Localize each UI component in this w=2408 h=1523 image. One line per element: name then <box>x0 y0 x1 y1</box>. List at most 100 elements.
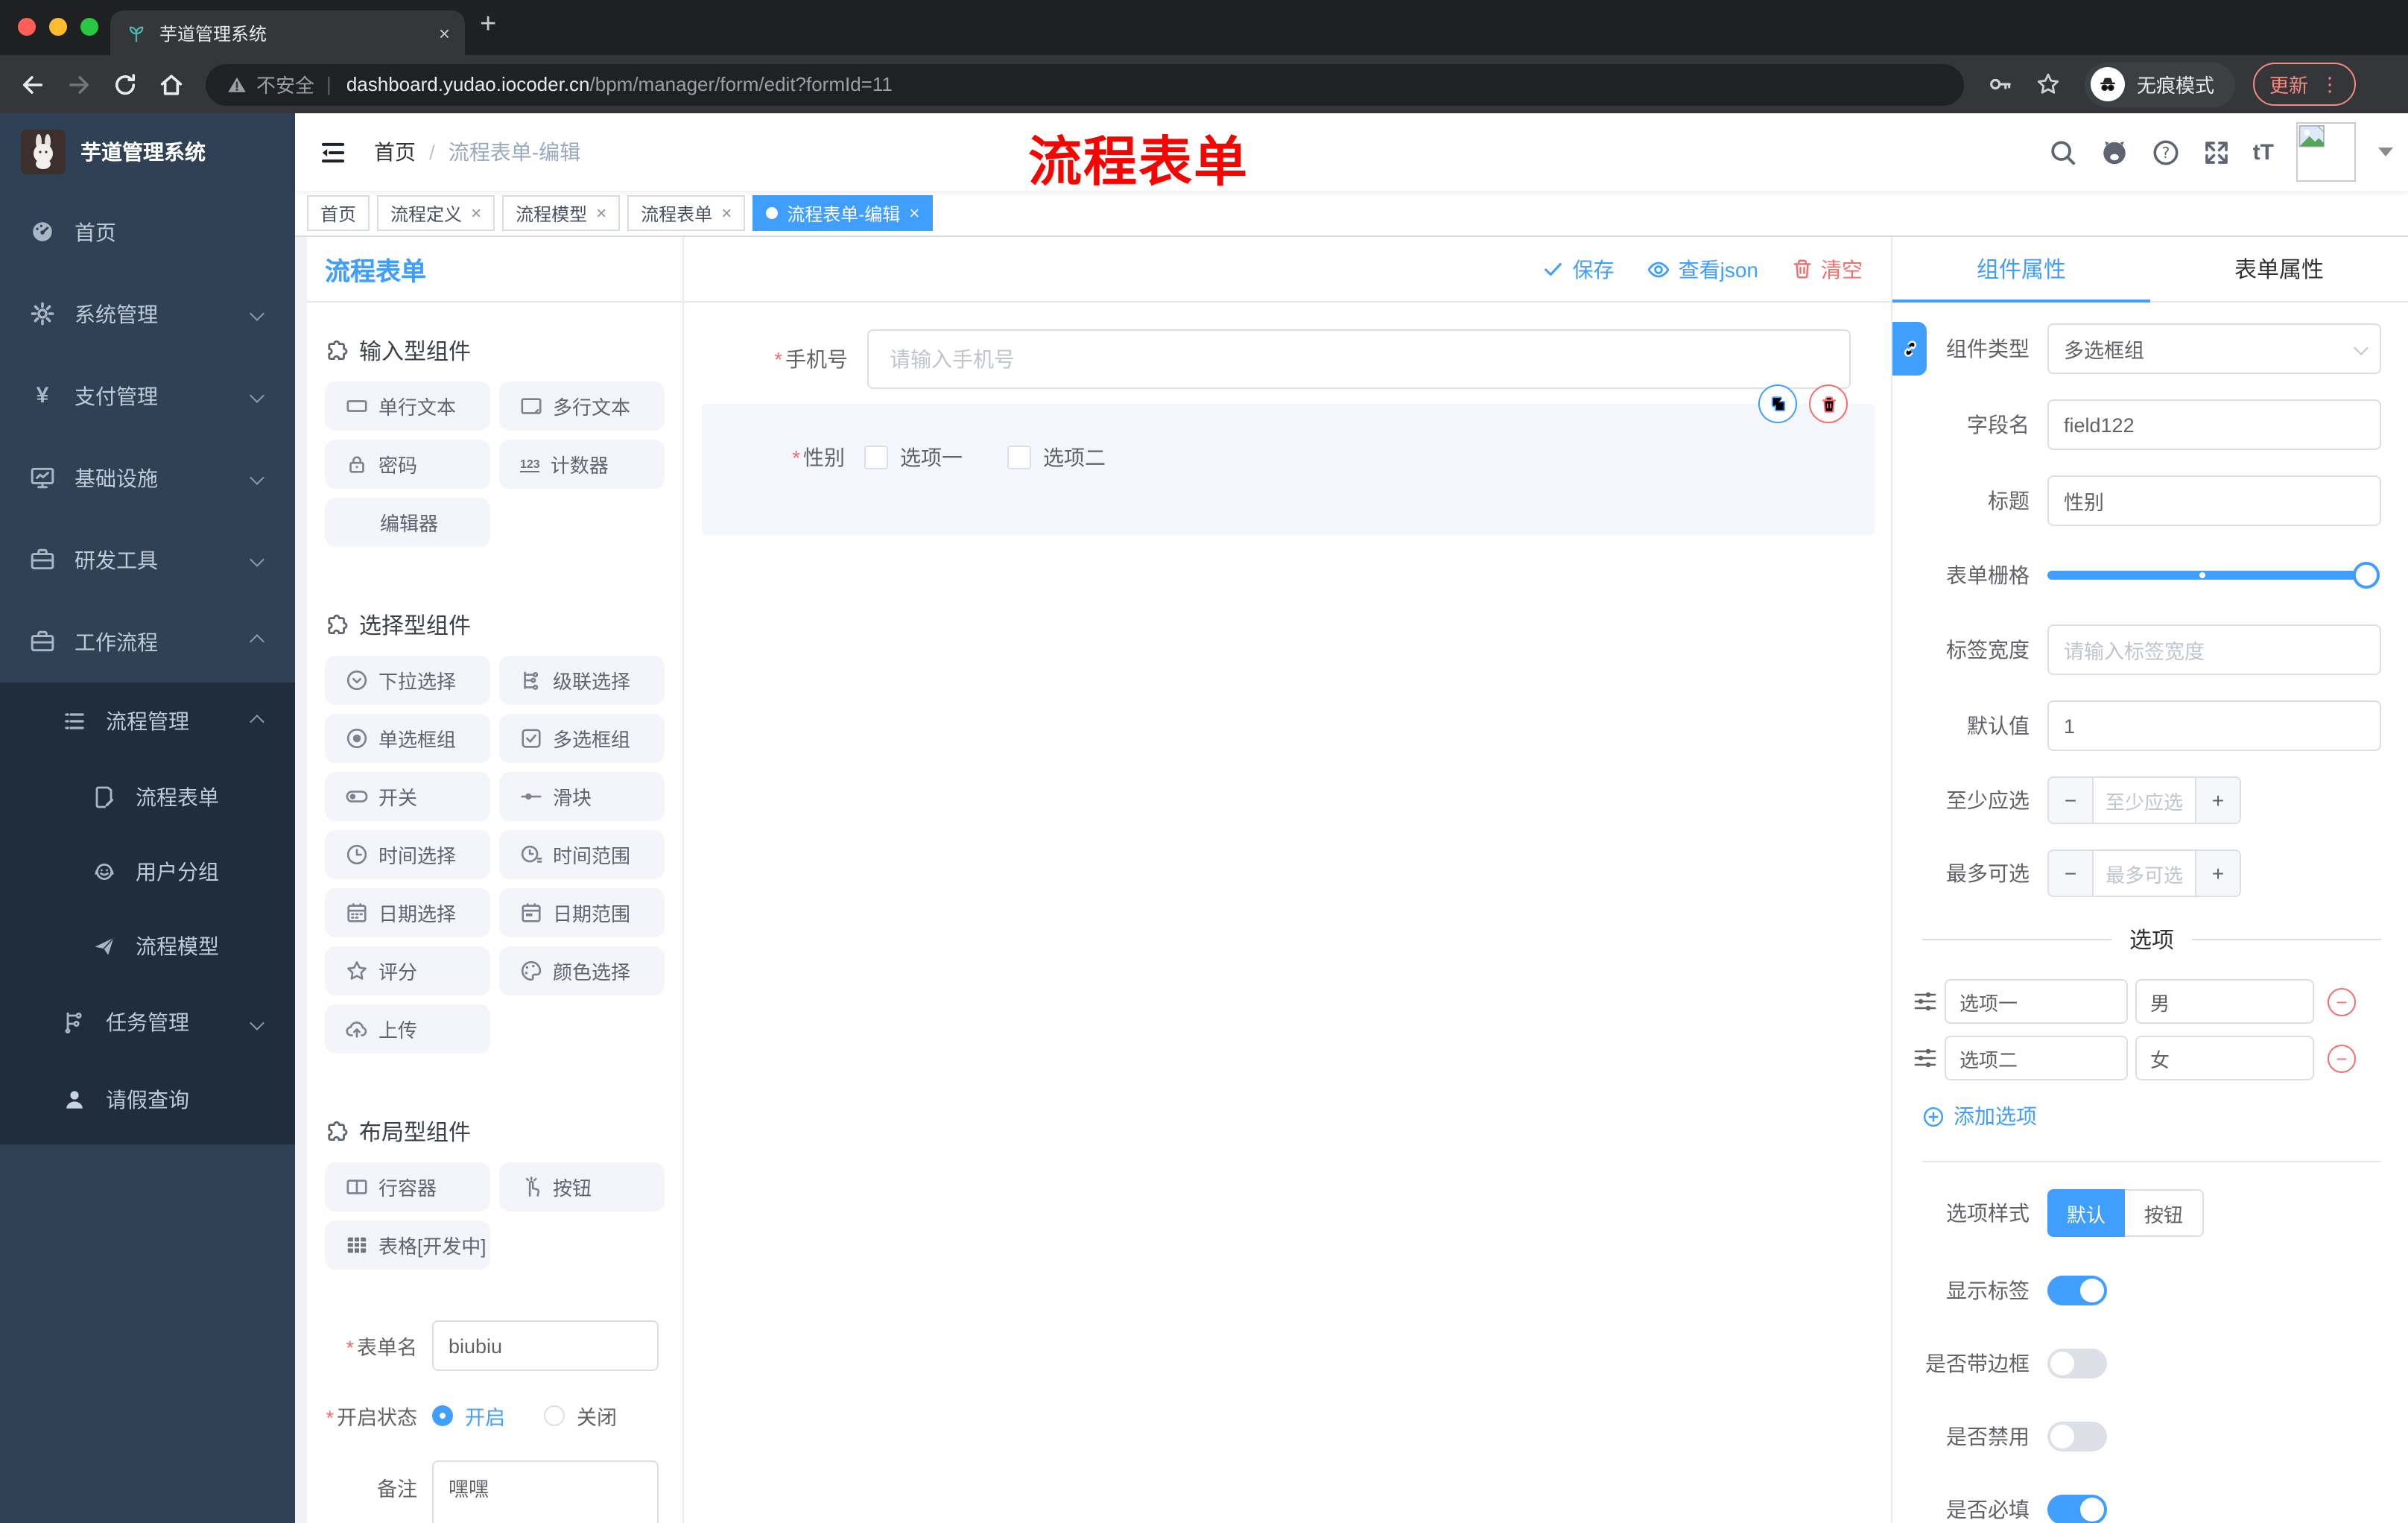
style-button-button[interactable]: 按钮 <box>2125 1189 2205 1237</box>
tag-label[interactable]: 流程模型 <box>516 200 587 226</box>
palette-item-time-picker[interactable]: 时间选择 <box>325 830 490 879</box>
browser-tab[interactable]: 芋道管理系统 × <box>110 10 465 55</box>
palette-item-cascader[interactable]: 级联选择 <box>499 656 665 705</box>
palette-item-date-picker[interactable]: 日期选择 <box>325 888 490 937</box>
tag-process-form-edit[interactable]: 流程表单-编辑 × <box>752 195 934 231</box>
stepper-increase-icon[interactable]: + <box>2195 778 2240 823</box>
sidebar-item-workflow[interactable]: 工作流程 <box>0 601 295 683</box>
palette-item-password[interactable]: 密码 <box>325 440 490 489</box>
palette-item-checkbox-group[interactable]: 多选框组 <box>499 714 665 763</box>
sidebar-item-process-model[interactable]: 流程模型 <box>0 909 295 984</box>
palette-item-switch[interactable]: 开关 <box>325 772 490 821</box>
url-host[interactable]: dashboard.yudao.iocoder.cn <box>346 73 590 95</box>
tag-process-definition[interactable]: 流程定义 × <box>377 195 495 231</box>
max-select-stepper[interactable]: − 最多可选 + <box>2047 849 2241 897</box>
remove-option-button[interactable]: − <box>2328 1044 2356 1072</box>
min-select-stepper[interactable]: − 至少应选 + <box>2047 776 2241 824</box>
checkbox-unchecked-icon[interactable] <box>1007 446 1031 469</box>
delete-component-button[interactable] <box>1809 384 1848 423</box>
form-name-input[interactable]: biubiu <box>432 1320 659 1371</box>
phone-input[interactable]: 请输入手机号 <box>867 329 1851 389</box>
stepper-decrease-icon[interactable]: − <box>2049 851 2094 896</box>
tag-close-icon[interactable]: × <box>596 203 606 224</box>
checkbox-unchecked-icon[interactable] <box>864 446 888 469</box>
canvas-field-phone[interactable]: * 手机号 请输入手机号 <box>699 329 1892 389</box>
gender-option-2[interactable]: 选项二 <box>1007 443 1106 472</box>
maximize-window-button[interactable] <box>80 18 98 36</box>
disabled-toggle[interactable] <box>2047 1422 2107 1451</box>
tab-form-props[interactable]: 表单属性 <box>2150 237 2408 301</box>
option-name-input[interactable]: 选项二 <box>1945 1036 2128 1080</box>
slider-handle[interactable] <box>2353 562 2380 589</box>
palette-item-radio-group[interactable]: 单选框组 <box>325 714 490 763</box>
not-secure-warning-icon[interactable] <box>226 74 247 95</box>
title-input[interactable]: 性别 <box>2047 475 2381 526</box>
tag-close-icon[interactable]: × <box>909 203 919 224</box>
tag-close-icon[interactable]: × <box>721 203 732 224</box>
add-option-label[interactable]: 添加选项 <box>1954 1101 2037 1131</box>
option-value-input[interactable]: 女 <box>2135 1036 2314 1080</box>
view-json-button[interactable]: 查看json <box>1647 254 1758 284</box>
tag-close-icon[interactable]: × <box>471 203 481 224</box>
sidebar-item-leave-query[interactable]: 请假查询 <box>0 1061 295 1139</box>
radio-label[interactable]: 开启 <box>465 1401 505 1431</box>
tab-close-icon[interactable]: × <box>439 22 450 44</box>
search-icon[interactable] <box>2049 138 2077 166</box>
option-name-input[interactable]: 选项一 <box>1945 979 2128 1024</box>
show-label-toggle[interactable] <box>2047 1276 2107 1305</box>
status-radio-on[interactable]: 开启 <box>432 1401 505 1431</box>
palette-item-textarea[interactable]: 多行文本 <box>499 381 665 431</box>
palette-item-upload[interactable]: 上传 <box>325 1004 490 1054</box>
drag-handle-icon[interactable] <box>1913 990 1937 1013</box>
option-value-input[interactable]: 男 <box>2135 979 2314 1024</box>
palette-item-counter[interactable]: 123 计数器 <box>499 440 665 489</box>
required-toggle[interactable] <box>2047 1495 2107 1523</box>
stepper-value[interactable]: 最多可选 <box>2094 851 2195 896</box>
close-window-button[interactable] <box>18 18 36 36</box>
window-controls[interactable] <box>18 18 98 36</box>
palette-item-table[interactable]: 表格[开发中] <box>325 1220 490 1270</box>
field-name-input[interactable]: field122 <box>2047 399 2381 450</box>
stepper-decrease-icon[interactable]: − <box>2049 778 2094 823</box>
clear-button[interactable]: 清空 <box>1791 254 1863 284</box>
password-key-icon[interactable] <box>1988 72 2013 97</box>
palette-item-select[interactable]: 下拉选择 <box>325 656 490 705</box>
border-toggle[interactable] <box>2047 1349 2107 1378</box>
sidebar-item-user-group[interactable]: 用户分组 <box>0 835 295 909</box>
radio-unselected-icon[interactable] <box>544 1405 565 1426</box>
sidebar-fold-icon[interactable] <box>319 138 347 166</box>
slider-track[interactable] <box>2047 562 2380 589</box>
browser-menu-icon[interactable]: ⋮ <box>2320 72 2339 96</box>
component-type-select[interactable]: 多选框组 <box>2047 323 2381 374</box>
sidebar-item-infra[interactable]: 基础设施 <box>0 437 295 519</box>
sidebar-item-process-mgmt[interactable]: 流程管理 <box>0 683 295 760</box>
canvas-field-gender[interactable]: * 性别 选项一 选项二 <box>702 404 1875 472</box>
bookmark-star-icon[interactable] <box>2035 72 2061 97</box>
tab-component-props[interactable]: 组件属性 <box>1892 237 2150 303</box>
home-icon[interactable] <box>158 71 185 98</box>
palette-item-color-picker[interactable]: 颜色选择 <box>499 946 665 995</box>
status-radio-off[interactable]: 关闭 <box>544 1401 617 1431</box>
remove-option-button[interactable]: − <box>2328 987 2356 1016</box>
palette-item-rate[interactable]: 评分 <box>325 946 490 995</box>
fullscreen-icon[interactable] <box>2202 138 2231 166</box>
copy-component-button[interactable] <box>1758 384 1797 423</box>
option-style-segmented[interactable]: 默认 按钮 <box>2047 1189 2205 1237</box>
tag-process-model[interactable]: 流程模型 × <box>502 195 621 231</box>
tag-process-form[interactable]: 流程表单 × <box>627 195 746 231</box>
url-path[interactable]: /bpm/manager/form/edit?formId=11 <box>590 73 893 95</box>
avatar-caret-icon[interactable] <box>2378 148 2393 156</box>
sidebar-item-home[interactable]: 首页 <box>0 191 295 273</box>
gender-option-1[interactable]: 选项一 <box>864 443 963 472</box>
address-bar[interactable]: 不安全 | dashboard.yudao.iocoder.cn/bpm/man… <box>206 63 1964 105</box>
sidebar-item-process-form[interactable]: 流程表单 <box>0 760 295 835</box>
font-size-icon[interactable]: tT <box>2253 139 2274 165</box>
tag-label[interactable]: 流程定义 <box>390 200 462 226</box>
sidebar-item-devtools[interactable]: 研发工具 <box>0 519 295 601</box>
palette-item-row-container[interactable]: 行容器 <box>325 1162 490 1212</box>
palette-item-button[interactable]: 按钮 <box>499 1162 665 1212</box>
checkbox-label[interactable]: 选项二 <box>1043 443 1106 472</box>
update-label[interactable]: 更新 <box>2269 70 2308 98</box>
palette-item-editor[interactable]: 编辑器 <box>325 498 490 547</box>
save-button[interactable]: 保存 <box>1543 254 1615 284</box>
